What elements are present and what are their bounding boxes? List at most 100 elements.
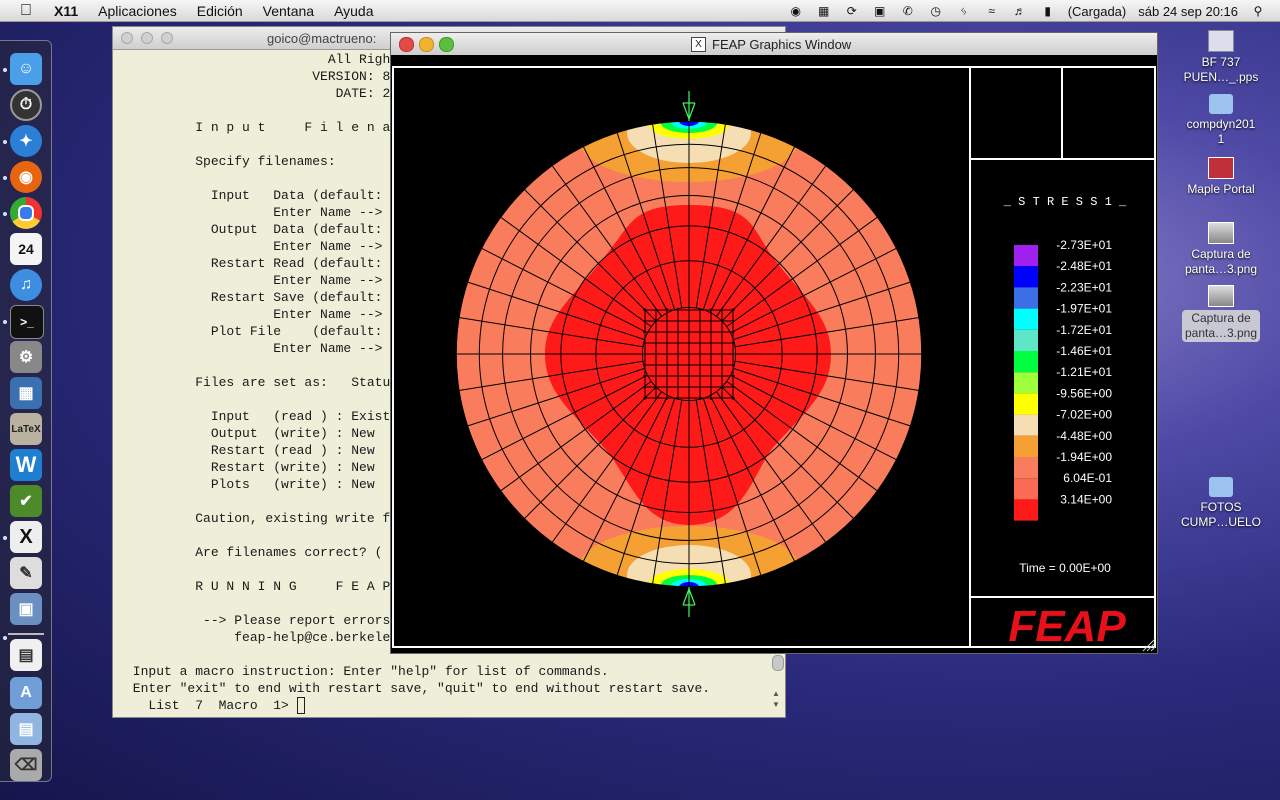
terminal-line: Files are set as: Statu xyxy=(125,375,391,390)
terminal-line: feap-help@ce.berkele xyxy=(125,630,391,645)
legend-label: -2.23E+01 xyxy=(1056,280,1112,294)
battery-icon[interactable]: ▮ xyxy=(1040,4,1056,18)
legend-label: -2.73E+01 xyxy=(1056,238,1112,252)
time-machine-icon[interactable]: ◷ xyxy=(928,4,944,18)
clock[interactable]: sáb 24 sep 20:16 xyxy=(1138,4,1238,19)
terminal-line: Restart Read (default: xyxy=(125,256,383,271)
legend-swatch xyxy=(1014,287,1038,309)
image-icon xyxy=(1208,285,1234,307)
feap-plot-canvas[interactable]: _ S T R E S S 1 _ -2.73E+01 -2.48E+01 -2.2… xyxy=(391,55,1157,653)
dashboard-icon[interactable]: ⏱ xyxy=(10,89,42,121)
firefox-icon[interactable]: ◉ xyxy=(10,161,42,193)
scroll-up-icon[interactable]: ▲ xyxy=(772,689,780,698)
trash-icon[interactable]: ⌫ xyxy=(10,749,42,781)
scrollbar[interactable]: ▲ ▼ xyxy=(771,655,784,715)
text-document-icon[interactable]: ✎ xyxy=(10,557,42,589)
running-indicator xyxy=(3,68,7,72)
desktop-item[interactable]: compdyn201 1 xyxy=(1166,94,1276,147)
terminal-line: Enter "exit" to end with restart save, "… xyxy=(125,681,711,696)
terminal-line: Output (write) : New xyxy=(125,426,375,441)
terminal-line: Enter Name --> xyxy=(125,341,383,356)
minimize-button[interactable] xyxy=(141,32,153,44)
checkmark-app-icon[interactable]: ✔ xyxy=(10,485,42,517)
terminal-line: Input Data (default: xyxy=(125,188,383,203)
menu-ayuda[interactable]: Ayuda xyxy=(334,3,373,19)
finder-icon[interactable]: ☺ xyxy=(10,53,42,85)
feap-logo: FEAP xyxy=(1008,602,1126,651)
app-menu-x11[interactable]: X11 xyxy=(54,3,78,19)
menu-ventana[interactable]: Ventana xyxy=(263,3,314,19)
image-icon xyxy=(1208,222,1234,244)
legend-label: 3.14E+00 xyxy=(1060,492,1112,506)
scroll-down-icon[interactable]: ▼ xyxy=(772,700,780,709)
minimize-button[interactable] xyxy=(419,37,434,52)
document-stack-icon[interactable]: ▤ xyxy=(10,639,42,671)
legend-label: -1.97E+01 xyxy=(1056,302,1112,316)
legend-swatch xyxy=(1014,478,1038,500)
scroll-thumb[interactable] xyxy=(772,655,784,671)
desktop-item-label: Maple Portal xyxy=(1187,182,1255,196)
desktop-item-selected[interactable]: Captura de panta…3.png xyxy=(1166,285,1276,342)
terminal-line: R U N N I N G F E A P xyxy=(125,579,391,594)
legend-label: -1.94E+00 xyxy=(1056,450,1112,464)
running-indicator xyxy=(3,536,7,540)
terminal-line: Enter Name --> xyxy=(125,205,383,220)
spotlight-search-icon[interactable]: ⚲ xyxy=(1250,4,1266,18)
legend-swatch xyxy=(1014,266,1038,288)
grid-icon[interactable]: ▦ xyxy=(816,4,832,18)
legend-swatch xyxy=(1014,308,1038,330)
terminal-line: VERSION: 8. xyxy=(125,69,399,84)
apple-menu-icon[interactable]:  xyxy=(20,2,40,20)
x11-icon[interactable]: X xyxy=(10,521,42,553)
terminal-line: Enter Name --> xyxy=(125,273,383,288)
latex-icon[interactable]: LaTeX xyxy=(10,413,42,445)
folder-icon xyxy=(1209,94,1233,114)
calendar-icon[interactable]: 24 xyxy=(10,233,42,265)
cursor xyxy=(296,697,306,714)
desktop-item[interactable]: FOTOS CUMP…UELO xyxy=(1166,477,1276,530)
terminal-icon[interactable]: >_ xyxy=(10,305,44,339)
terminal-line: DATE: 23 xyxy=(125,86,399,101)
maple-icon xyxy=(1208,157,1234,179)
menu-edicion[interactable]: Edición xyxy=(197,3,243,19)
legend-swatch xyxy=(1014,499,1038,521)
feap-titlebar[interactable]: X FEAP Graphics Window xyxy=(391,33,1157,56)
legend-label: -2.48E+01 xyxy=(1056,259,1112,273)
word-icon[interactable]: W xyxy=(10,449,42,481)
legend-title: _ S T R E S S 1 _ xyxy=(1003,195,1127,209)
system-preferences-icon[interactable]: ⚙ xyxy=(10,341,42,373)
desktop-item[interactable]: Captura de panta…3.png xyxy=(1166,222,1276,277)
itunes-icon[interactable]: ♫ xyxy=(10,269,42,301)
wifi-icon[interactable]: ≈ xyxy=(984,4,1000,18)
legend-swatch xyxy=(1014,457,1038,479)
close-button[interactable] xyxy=(399,37,414,52)
terminal-line: List 7 Macro 1> xyxy=(125,698,297,713)
status-icon[interactable]: ▣ xyxy=(872,4,888,18)
desktop-item[interactable]: BF 737 PUEN…_.pps xyxy=(1166,30,1276,85)
safari-icon[interactable]: ✦ xyxy=(10,125,42,157)
zoom-button[interactable] xyxy=(439,37,454,52)
running-indicator xyxy=(3,320,7,324)
desktop-item-label: Captura de panta…3.png xyxy=(1184,247,1258,276)
volume-icon[interactable]: ♬ xyxy=(1012,4,1028,18)
dock-separator xyxy=(8,633,44,635)
battery-status[interactable]: (Cargada) xyxy=(1068,4,1127,19)
close-button[interactable] xyxy=(121,32,133,44)
documents-folder-icon[interactable]: ▤ xyxy=(10,713,42,745)
legend-swatch xyxy=(1014,393,1038,415)
sync-icon[interactable]: ⟳ xyxy=(844,4,860,18)
chrome-icon[interactable] xyxy=(10,197,42,229)
desktop-item[interactable]: Maple Portal xyxy=(1166,157,1276,197)
virtualbox-icon[interactable]: ▦ xyxy=(10,377,42,409)
legend-label: -9.56E+00 xyxy=(1056,386,1112,400)
zoom-button[interactable] xyxy=(161,32,173,44)
preview-icon[interactable]: ▣ xyxy=(10,593,42,625)
applications-folder-icon[interactable]: A xyxy=(10,677,42,709)
bluetooth-icon[interactable]: ᛃ xyxy=(956,4,972,18)
globe-icon[interactable]: ◉ xyxy=(788,4,804,18)
desktop-item-label: FOTOS CUMP…UELO xyxy=(1180,500,1261,529)
time-label: Time = 0.00E+00 xyxy=(1019,561,1111,575)
phone-icon[interactable]: ✆ xyxy=(900,4,916,18)
legend-label: -1.21E+01 xyxy=(1056,365,1112,379)
menu-aplicaciones[interactable]: Aplicaciones xyxy=(98,3,177,19)
